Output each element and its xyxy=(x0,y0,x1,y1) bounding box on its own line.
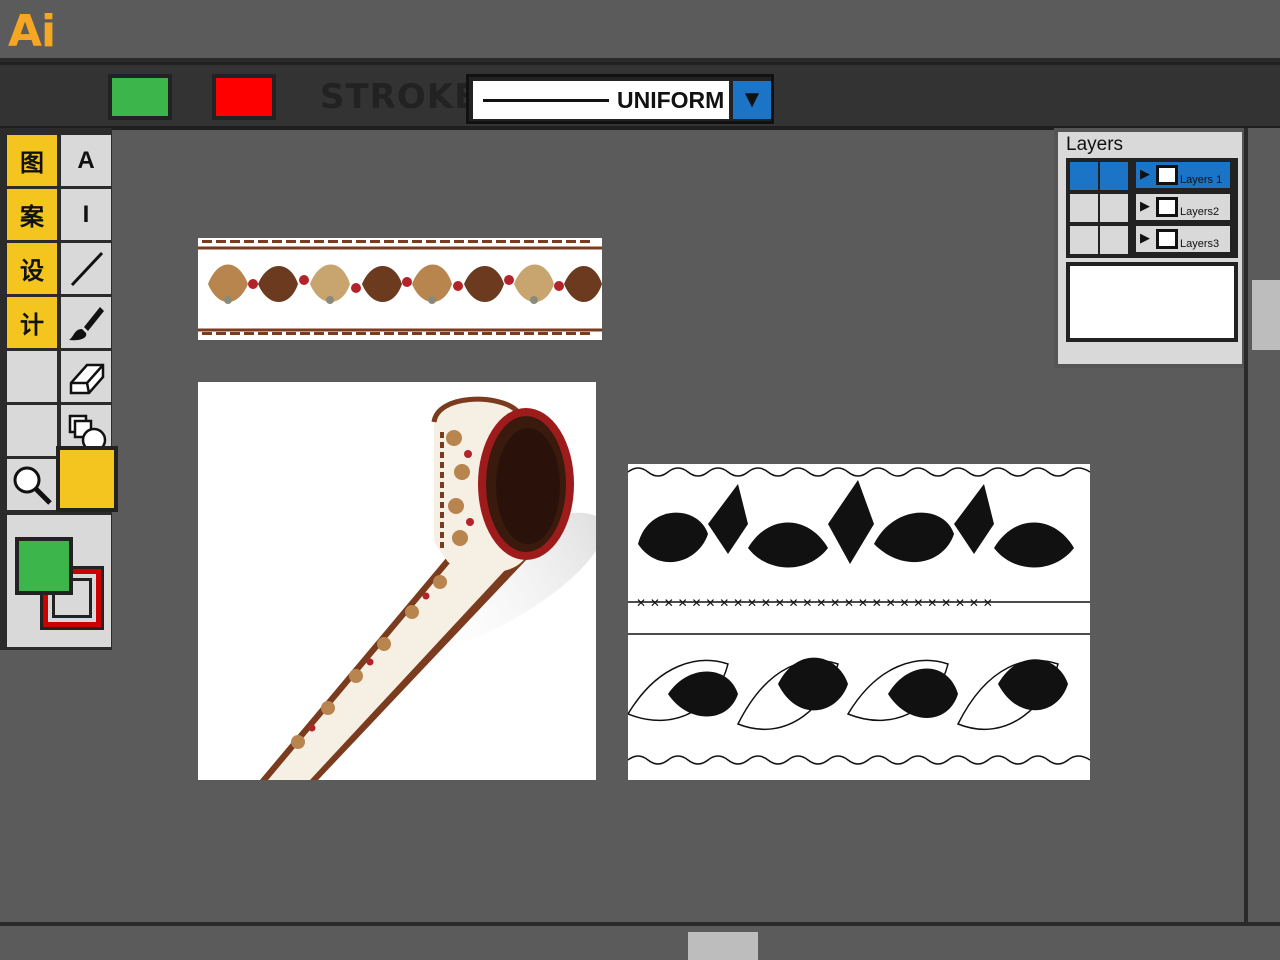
yellow-color-chip[interactable] xyxy=(56,446,118,512)
stroke-profile-select[interactable]: UNIFORM ▼ xyxy=(466,74,774,124)
vertical-scrollbar[interactable] xyxy=(1244,128,1280,928)
layer-thumbnail xyxy=(1156,197,1178,217)
stroke-label: STROKE xyxy=(320,77,479,117)
fill-color-box[interactable] xyxy=(15,537,73,595)
stroke-swatch[interactable] xyxy=(212,74,276,120)
layer-thumbnail xyxy=(1156,165,1178,185)
pattern-strip-artwork[interactable] xyxy=(198,238,602,340)
tape-roll-mockup[interactable] xyxy=(198,382,596,780)
type-tool[interactable]: A xyxy=(61,135,111,186)
black-white-pattern-graphic: ✕ ✕ ✕ ✕ ✕ ✕ ✕ ✕ ✕ ✕ ✕ ✕ ✕ ✕ ✕ ✕ ✕ ✕ ✕ ✕ … xyxy=(628,467,1090,765)
layer-name-box[interactable]: ▶ Layers3 xyxy=(1134,224,1232,254)
line-icon xyxy=(70,251,104,286)
line-tool[interactable] xyxy=(61,243,111,294)
layer-name: Layers3 xyxy=(1180,238,1220,250)
empty-tool-slot[interactable] xyxy=(7,405,57,456)
layer-row-2[interactable]: ▶ Layers2 xyxy=(1068,192,1236,222)
vertical-type-tool[interactable]: I xyxy=(61,189,111,240)
expand-triangle-icon[interactable]: ▶ xyxy=(1140,198,1150,214)
lock-toggle[interactable] xyxy=(1100,162,1128,190)
tool-label-2[interactable]: 案 xyxy=(7,189,57,240)
layer-name-box[interactable]: ▶ Layers2 xyxy=(1134,192,1232,222)
zoom-icon xyxy=(13,466,52,505)
eraser-icon xyxy=(69,363,105,394)
layer-thumbnail xyxy=(1156,229,1178,249)
layers-panel: Layers ▶ Layers 1 ▶ Layers2 ▶ Layers3 xyxy=(1054,128,1246,368)
layer-name-box[interactable]: ▶ Layers 1 xyxy=(1134,160,1232,190)
pattern-strip-graphic xyxy=(198,238,602,335)
lock-toggle[interactable] xyxy=(1100,194,1128,222)
fill-stroke-widget xyxy=(7,515,111,647)
zoom-tool[interactable] xyxy=(7,459,57,510)
layer-row-1[interactable]: ▶ Layers 1 xyxy=(1068,160,1236,190)
tape-roll-graphic xyxy=(260,396,596,780)
lock-toggle[interactable] xyxy=(1100,226,1128,254)
svg-text:✕ ✕ ✕ ✕ ✕ ✕ ✕ ✕ ✕ ✕ ✕ ✕ ✕ ✕ ✕: ✕ ✕ ✕ ✕ ✕ ✕ ✕ ✕ ✕ ✕ ✕ ✕ ✕ ✕ ✕ ✕ ✕ ✕ ✕ ✕ … xyxy=(636,596,993,610)
stroke-preview-line xyxy=(483,99,609,102)
black-white-pattern-artwork[interactable]: ✕ ✕ ✕ ✕ ✕ ✕ ✕ ✕ ✕ ✕ ✕ ✕ ✕ ✕ ✕ ✕ ✕ ✕ ✕ ✕ … xyxy=(628,464,1090,780)
layers-title: Layers xyxy=(1066,134,1124,155)
tool-label-1[interactable]: 图 xyxy=(7,135,57,186)
tool-label-3[interactable]: 设 xyxy=(7,243,57,294)
fill-swatch[interactable] xyxy=(108,74,172,120)
stroke-profile-field[interactable]: UNIFORM xyxy=(473,81,729,119)
layers-list: ▶ Layers 1 ▶ Layers2 ▶ Layers3 xyxy=(1066,158,1238,258)
brush-tool[interactable] xyxy=(61,297,111,348)
brush-icon xyxy=(69,306,104,340)
visibility-toggle[interactable] xyxy=(1070,226,1098,254)
stroke-profile-value: UNIFORM xyxy=(617,87,725,113)
empty-tool-slot[interactable] xyxy=(7,351,57,402)
control-bar: STROKE UNIFORM ▼ xyxy=(0,62,1280,130)
tools-panel: 图 A 案 I 设 计 xyxy=(0,128,112,650)
eraser-tool[interactable] xyxy=(61,351,111,402)
visibility-toggle[interactable] xyxy=(1070,194,1098,222)
triangle-down-icon[interactable]: ▼ xyxy=(733,81,771,119)
title-bar: Ai xyxy=(0,0,1280,62)
vertical-scroll-thumb[interactable] xyxy=(1252,280,1280,350)
app-logo: Ai xyxy=(8,6,56,57)
layer-name: Layers2 xyxy=(1180,206,1220,218)
layers-empty-area xyxy=(1066,262,1238,342)
layer-name: Layers 1 xyxy=(1180,174,1223,186)
visibility-toggle[interactable] xyxy=(1070,162,1098,190)
horizontal-scroll-thumb[interactable] xyxy=(688,932,758,960)
layer-row-3[interactable]: ▶ Layers3 xyxy=(1068,224,1236,254)
horizontal-scrollbar[interactable] xyxy=(0,922,1280,960)
expand-triangle-icon[interactable]: ▶ xyxy=(1140,166,1150,182)
tool-label-4[interactable]: 计 xyxy=(7,297,57,348)
expand-triangle-icon[interactable]: ▶ xyxy=(1140,230,1150,246)
